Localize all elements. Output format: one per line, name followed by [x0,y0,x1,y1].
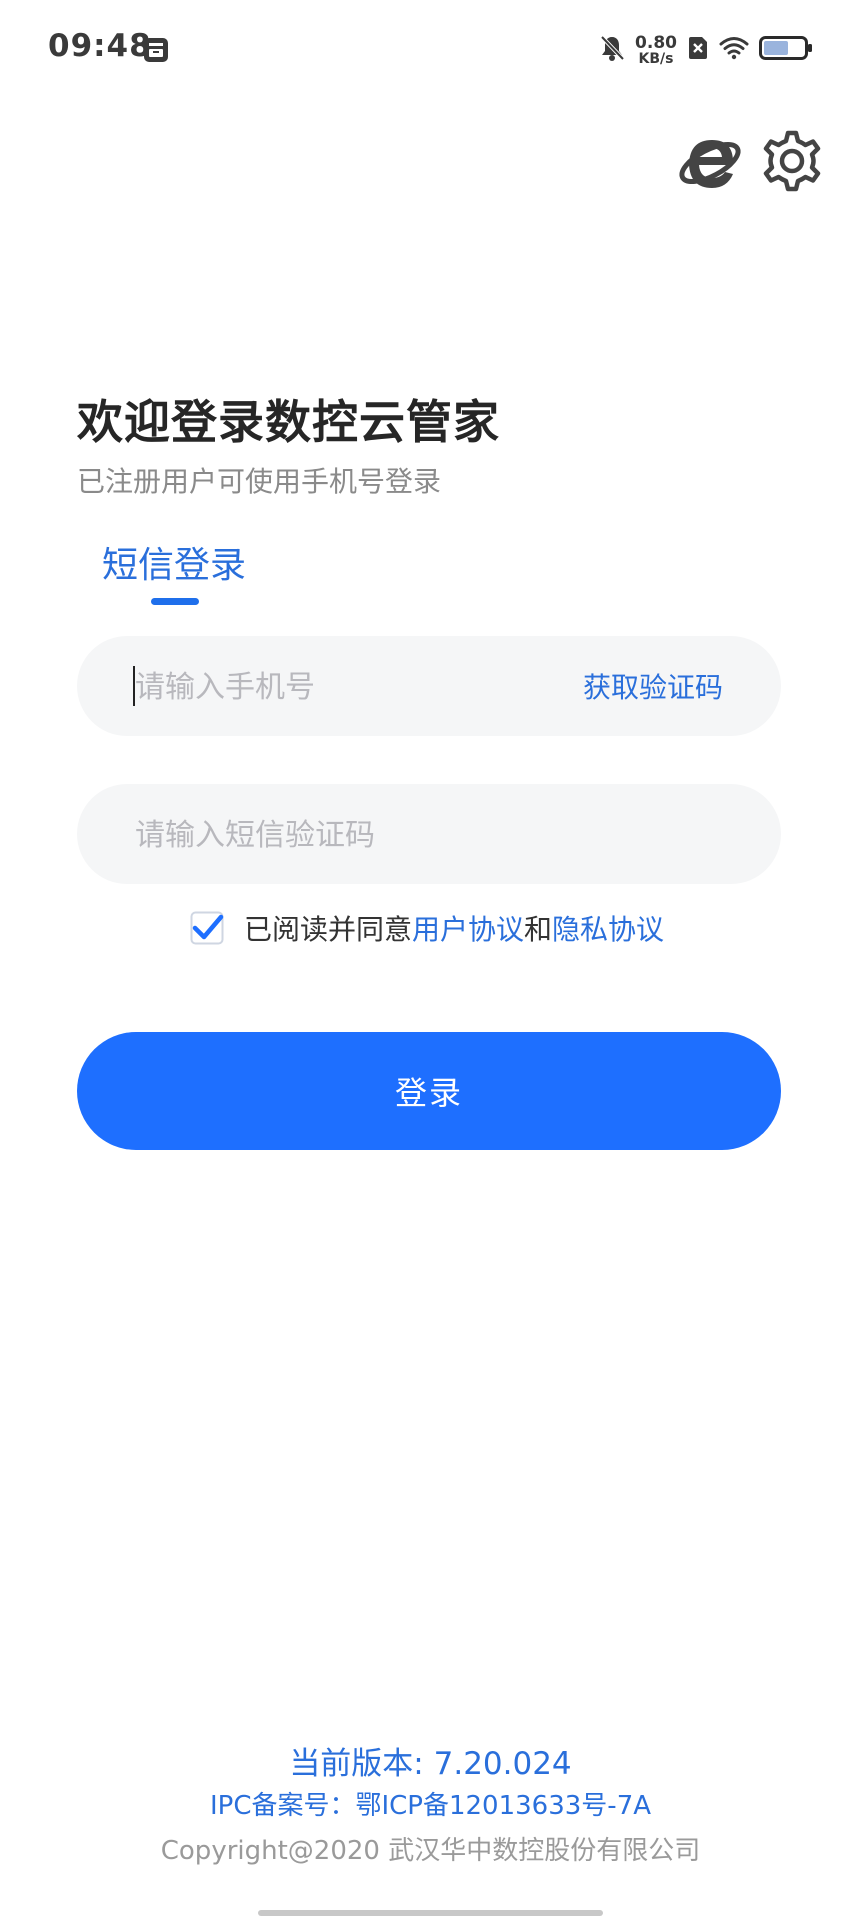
home-indicator[interactable] [258,1910,603,1916]
status-bar: 09:48 0.80 KB/s [0,0,861,100]
agreement-conjunction: 和 [524,913,553,946]
login-button[interactable]: 登录 [77,1032,781,1150]
tab-active-indicator [151,598,199,605]
top-actions [675,126,827,196]
phone-input[interactable] [133,636,577,738]
privacy-agreement-link[interactable]: 隐私协议 [552,908,664,948]
sms-code-field [77,784,781,886]
app-version: 当前版本: 7.20.024 [289,1746,572,1782]
copyright: Copyright@2020 武汉华中数控股份有限公司 [160,1836,701,1866]
mute-bell-icon [599,34,625,66]
phone-field: 获取验证码 [77,636,781,738]
wifi-icon [719,36,749,64]
page-subtitle: 已注册用户可使用手机号登录 [77,465,442,498]
page-title: 欢迎登录数控云管家 [77,395,500,449]
text-caret [133,666,135,706]
browser-e-icon[interactable] [675,126,745,196]
sms-code-input[interactable] [133,784,737,886]
gear-icon[interactable] [757,126,827,196]
footer: 当前版本: 7.20.024 IPC备案号：鄂ICP备12013633号-7A … [0,1742,861,1876]
app-notification-icon [143,37,169,63]
battery-icon [759,35,813,65]
tab-sms-login[interactable]: 短信登录 [102,536,246,588]
net-speed-value: 0.80 [635,32,677,53]
user-agreement-link[interactable]: 用户协议 [412,908,524,948]
net-speed: 0.80 KB/s [635,32,677,67]
get-code-button[interactable]: 获取验证码 [583,666,723,706]
net-speed-unit: KB/s [638,50,674,67]
status-time: 09:48 [48,28,152,64]
status-indicators: 0.80 KB/s [599,30,813,70]
sim-x-icon [687,35,709,65]
agreement-checkbox[interactable] [190,911,224,945]
icp-record-link[interactable]: IPC备案号：鄂ICP备12013633号-7A [0,1786,861,1826]
checkmark-icon [190,911,224,945]
agreement-prefix: 已阅读并同意 [244,913,413,946]
agreement-row: 已阅读并同意 用户协议 和 隐私协议 [190,908,664,948]
